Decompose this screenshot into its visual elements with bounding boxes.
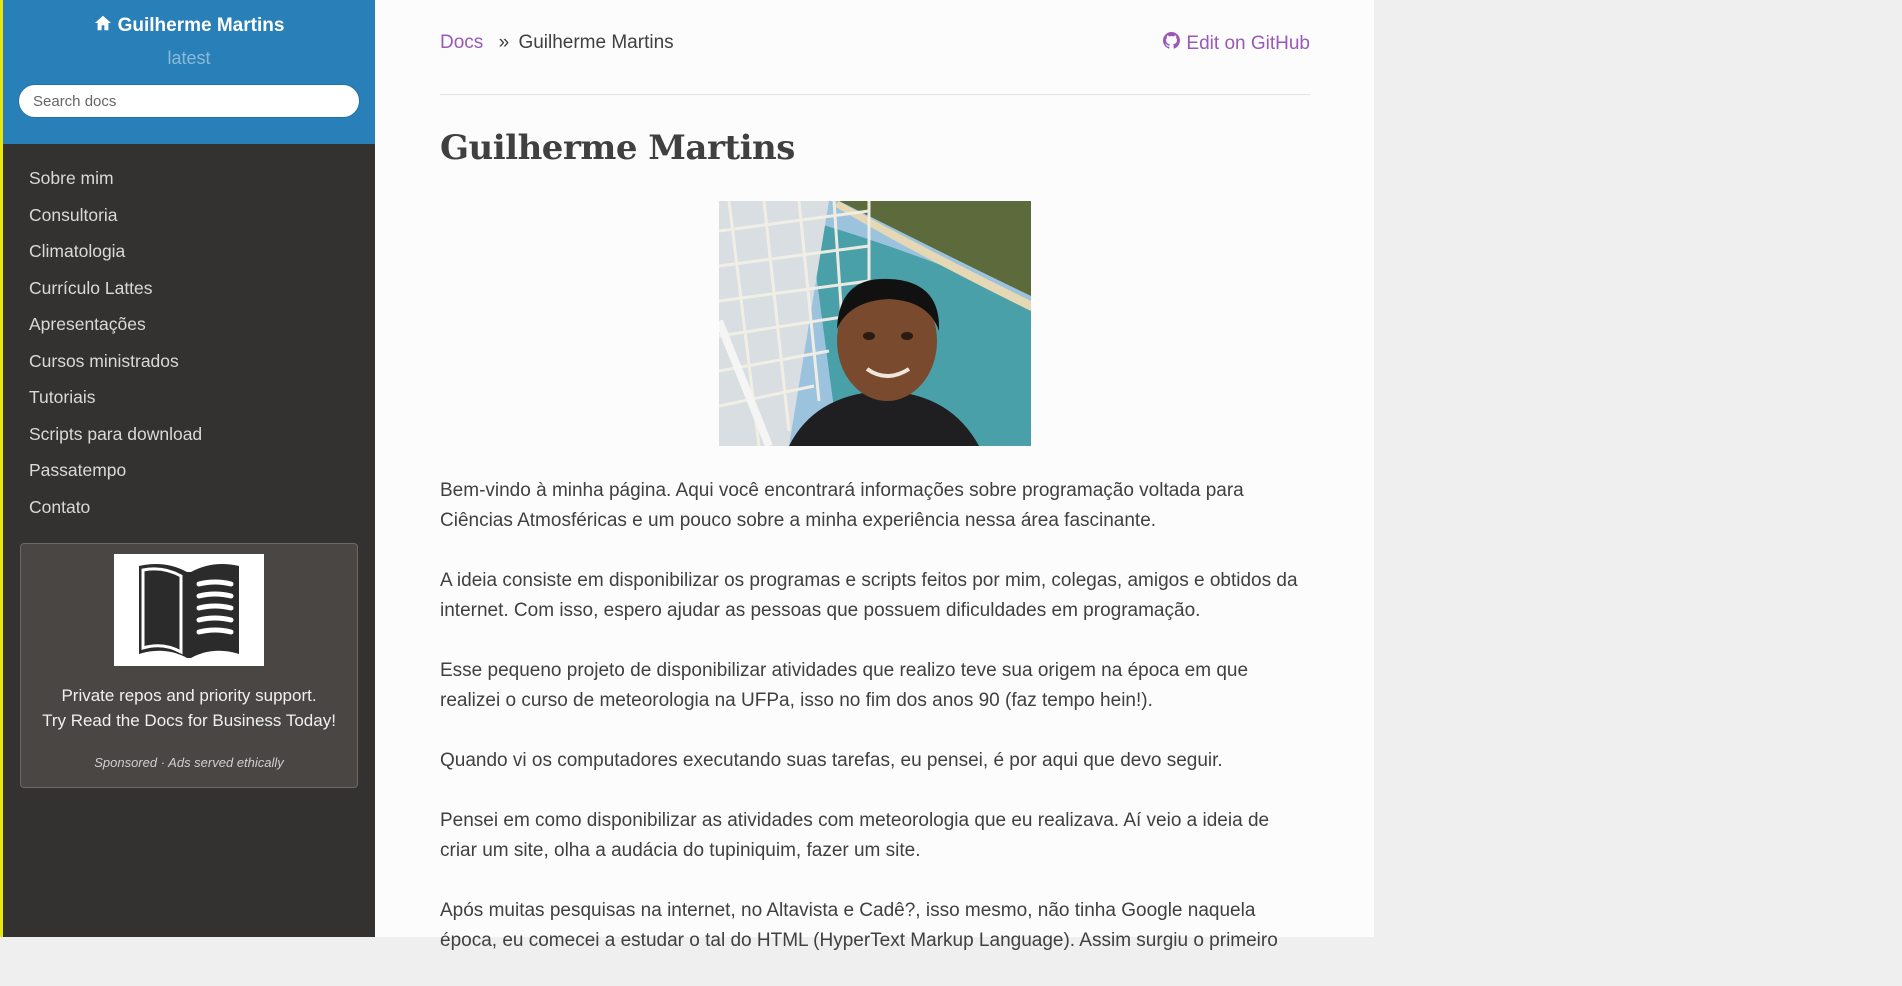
- edit-on-github-label: Edit on GitHub: [1186, 32, 1310, 54]
- paragraph: Quando vi os computadores executando sua…: [440, 750, 1223, 771]
- brand-link[interactable]: Guilherme Martins: [94, 14, 285, 38]
- sidebar-item-sobre-mim[interactable]: Sobre mim: [3, 160, 375, 197]
- ad-sponsor-note[interactable]: Sponsored · Ads served ethically: [21, 755, 357, 770]
- ad-line-2: Try Read the Docs for Business Today!: [42, 711, 336, 730]
- sidebar-item-scripts-para-download[interactable]: Scripts para download: [3, 416, 375, 453]
- breadcrumb: Docs » Guilherme Martins Edit on GitHub: [440, 32, 1310, 54]
- sidebar: Guilherme Martins latest Sobre mim Consu…: [0, 0, 375, 937]
- sidebar-item-curriculo-lattes[interactable]: Currículo Lattes: [3, 270, 375, 307]
- sidebar-item-contato[interactable]: Contato: [3, 489, 375, 526]
- breadcrumb-separator: »: [498, 32, 510, 53]
- page-gutter: [1374, 0, 1902, 937]
- paragraph: Esse pequeno projeto de disponibilizar a…: [440, 660, 1249, 711]
- main-content: Docs » Guilherme Martins Edit on GitHub …: [375, 0, 1374, 951]
- search-input[interactable]: [18, 84, 360, 118]
- sidebar-item-passatempo[interactable]: Passatempo: [3, 452, 375, 489]
- sidebar-nav: Sobre mim Consultoria Climatologia Currí…: [3, 144, 375, 525]
- paragraph: Bem-vindo à minha página. Aqui você enco…: [440, 480, 1244, 531]
- ad-line-1: Private repos and priority support.: [61, 686, 317, 705]
- profile-photo: [719, 201, 1031, 446]
- breadcrumb-current: Guilherme Martins: [518, 32, 674, 53]
- page-body: Bem-vindo à minha página. Aqui você enco…: [440, 476, 1310, 986]
- home-icon: [94, 14, 112, 38]
- sidebar-item-tutoriais[interactable]: Tutoriais: [3, 379, 375, 416]
- ad-text[interactable]: Private repos and priority support. Try …: [21, 683, 357, 733]
- sidebar-item-cursos-ministrados[interactable]: Cursos ministrados: [3, 343, 375, 380]
- page-title: Guilherme Martins: [440, 128, 795, 168]
- github-icon: [1163, 32, 1181, 55]
- header-divider: [440, 94, 1310, 95]
- paragraph: Pensei em como disponibilizar as ativida…: [440, 810, 1270, 861]
- paragraph: A ideia consiste em disponibilizar os pr…: [440, 570, 1298, 621]
- book-icon[interactable]: [114, 554, 264, 666]
- breadcrumb-docs-link[interactable]: Docs: [440, 32, 483, 53]
- sidebar-item-climatologia[interactable]: Climatologia: [3, 233, 375, 270]
- sidebar-item-consultoria[interactable]: Consultoria: [3, 197, 375, 234]
- edit-on-github-link[interactable]: Edit on GitHub: [1163, 32, 1310, 55]
- version-label: latest: [167, 48, 211, 68]
- sidebar-header: Guilherme Martins latest: [3, 0, 375, 144]
- sponsor-ad[interactable]: Private repos and priority support. Try …: [20, 543, 358, 788]
- sidebar-item-apresentacoes[interactable]: Apresentações: [3, 306, 375, 343]
- paragraph: Após muitas pesquisas na internet, no Al…: [440, 900, 1278, 951]
- brand-name: Guilherme Martins: [117, 15, 285, 36]
